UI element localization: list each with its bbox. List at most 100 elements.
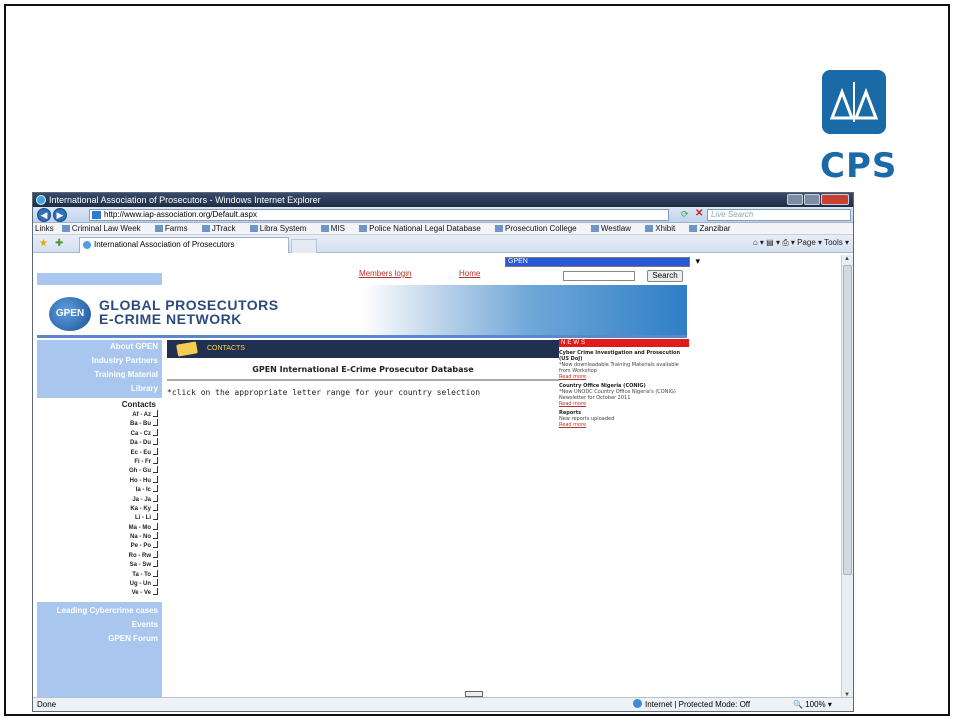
link-xhibit[interactable]: Xhibit [645, 224, 681, 233]
nav-contacts[interactable]: Contacts [37, 400, 162, 410]
site-select[interactable]: GPEN [505, 257, 700, 267]
tab-bar: ★ ✚ International Association of Prosecu… [33, 235, 853, 253]
status-bar: Done Internet | Protected Mode: Off 🔍 10… [33, 697, 853, 711]
address-field[interactable]: http://www.iap-association.org/Default.a… [89, 209, 669, 221]
window-controls [787, 194, 849, 205]
range-link[interactable]: Ro - Rw [37, 551, 162, 560]
range-link[interactable]: Ug - Un [37, 579, 162, 588]
members-login-link[interactable]: Members login [359, 269, 411, 278]
link-westlaw[interactable]: Westlaw [590, 224, 637, 233]
zoom-control[interactable]: 🔍 100% ▾ [793, 698, 832, 711]
range-link[interactable]: Gh - Gu [37, 466, 162, 475]
close-button[interactable] [821, 194, 849, 205]
nav-gpen-forum[interactable]: GPEN Forum [37, 632, 162, 646]
range-link[interactable]: Ve - Ve [37, 588, 162, 597]
range-link[interactable]: Da - Du [37, 438, 162, 447]
range-link[interactable]: Ba - Bu [37, 419, 162, 428]
range-link[interactable]: Ma - Mo [37, 523, 162, 532]
nav-training-material[interactable]: Training Material [37, 368, 162, 382]
live-search-input[interactable]: Live Search [707, 209, 851, 221]
range-link[interactable]: Ia - Ic [37, 485, 162, 494]
security-zone[interactable]: Internet | Protected Mode: Off [633, 698, 750, 711]
search-button[interactable]: Search [647, 270, 683, 282]
address-url: http://www.iap-association.org/Default.a… [104, 210, 257, 219]
gpen-banner: GPEN GLOBAL PROSECUTORS E-CRIME NETWORK [37, 285, 687, 335]
range-link[interactable]: Na - No [37, 532, 162, 541]
command-bar[interactable]: ⌂ ▾ ▤ ▾ ⎙ ▾ Page ▾ Tools ▾ [753, 238, 849, 248]
news-body: *New UNODC Country Office Nigeria's (CON… [559, 389, 676, 401]
database-title: GPEN International E-Crime Prosecutor Da… [252, 365, 474, 374]
title-divider [167, 379, 559, 381]
range-link[interactable]: Ca - Cz [37, 429, 162, 438]
tab-iap[interactable]: International Association of Prosecutors [79, 237, 289, 253]
command-menus[interactable]: Page ▾ Tools ▾ [797, 238, 849, 247]
cps-wordmark: CPS [820, 146, 898, 186]
news-item: Cyber Crime Investigation and Prosecutio… [559, 350, 689, 380]
brand-line-2: E-CRIME NETWORK [99, 311, 242, 327]
link-prosecution-college[interactable]: Prosecution College [495, 224, 583, 233]
contacts-folder-icon [176, 341, 198, 357]
cps-logo: CPS [816, 70, 911, 190]
read-more-link[interactable]: Read more [559, 401, 689, 407]
link-libra-system[interactable]: Libra System [249, 224, 313, 233]
range-link[interactable]: Ta - To [37, 570, 162, 579]
range-link[interactable]: Sa - Sw [37, 560, 162, 569]
read-more-link[interactable]: Read more [559, 374, 689, 380]
print-icon[interactable]: ⎙ ▾ [782, 238, 795, 247]
range-link[interactable]: Af - Az [37, 410, 162, 419]
feeds-icon[interactable]: ▤ ▾ [766, 238, 780, 247]
vertical-scrollbar[interactable]: ▲ ▼ [841, 255, 853, 699]
range-link[interactable]: Ec - Eu [37, 448, 162, 457]
refresh-icon[interactable]: ⟳ [681, 209, 689, 220]
home-link[interactable]: Home [459, 269, 480, 278]
maximize-button[interactable] [804, 194, 820, 205]
range-link[interactable]: Pe - Po [37, 541, 162, 550]
nav-about-gpen[interactable]: About GPEN [37, 340, 162, 354]
range-link[interactable]: Ka - Ky [37, 504, 162, 513]
home-icon[interactable]: ⌂ ▾ [753, 238, 764, 247]
contacts-header-bar: CONTACTS [167, 340, 559, 358]
scrollbar-thumb[interactable] [843, 265, 852, 575]
contacts-ranges: Contacts Af - Az Ba - Bu Ca - Cz Da - Du… [37, 398, 162, 602]
nav-leading-cybercrime-cases[interactable]: Leading Cybercrime cases [37, 604, 162, 618]
scales-of-justice-icon [822, 70, 886, 134]
range-link[interactable]: Ho - Hu [37, 476, 162, 485]
site-search-input[interactable] [563, 271, 635, 281]
link-zanzibar[interactable]: Zanzibar [689, 224, 736, 233]
new-tab-button[interactable] [291, 239, 317, 253]
nav-industry-partners[interactable]: Industry Partners [37, 354, 162, 368]
minimize-button[interactable] [787, 194, 803, 205]
link-farms[interactable]: Farms [154, 224, 194, 233]
range-link[interactable]: Ja - Ja [37, 495, 162, 504]
nav-events[interactable]: Events [37, 618, 162, 632]
range-link[interactable]: Li - Li [37, 513, 162, 522]
link-criminal-law-week[interactable]: Criminal Law Week [61, 224, 147, 233]
browser-window: International Association of Prosecutors… [32, 192, 854, 712]
tab-title: International Association of Prosecutors [94, 240, 235, 249]
back-arrow-icon[interactable]: ◀ [37, 208, 51, 222]
links-label: Links [35, 224, 54, 233]
news-body: *New downloadable Training Materials ava… [559, 362, 679, 374]
link-jtrack[interactable]: JTrack [201, 224, 242, 233]
forward-arrow-icon[interactable]: ▶ [53, 208, 67, 222]
instruction-text: *click on the appropriate letter range f… [167, 388, 481, 397]
tab-ie-icon [83, 241, 91, 249]
title-bar: International Association of Prosecutors… [33, 193, 853, 207]
magnifier-icon: 🔍 [793, 700, 803, 709]
link-police-national-legal-database[interactable]: Police National Legal Database [359, 224, 487, 233]
add-favorite-icon[interactable]: ✚ [55, 238, 63, 249]
link-mis[interactable]: MIS [320, 224, 351, 233]
links-bar: Links Criminal Law Week Farms JTrack Lib… [33, 223, 853, 235]
news-item: Country Office Nigeria (CONIG) *New UNOD… [559, 383, 689, 407]
scroll-up-icon[interactable]: ▲ [844, 256, 850, 262]
address-bar-row: ◀ ▶ http://www.iap-association.org/Defau… [33, 207, 853, 223]
favorites-star-icon[interactable]: ★ [39, 238, 48, 249]
page-icon [92, 211, 101, 219]
read-more-link[interactable]: Read more [559, 422, 689, 428]
range-link[interactable]: Fi - Fr [37, 457, 162, 466]
stop-icon[interactable]: ✕ [695, 208, 703, 219]
nav-library[interactable]: Library [37, 382, 162, 396]
banner-divider [37, 335, 687, 338]
contacts-header-label: CONTACTS [207, 345, 245, 352]
globe-icon [633, 699, 642, 708]
